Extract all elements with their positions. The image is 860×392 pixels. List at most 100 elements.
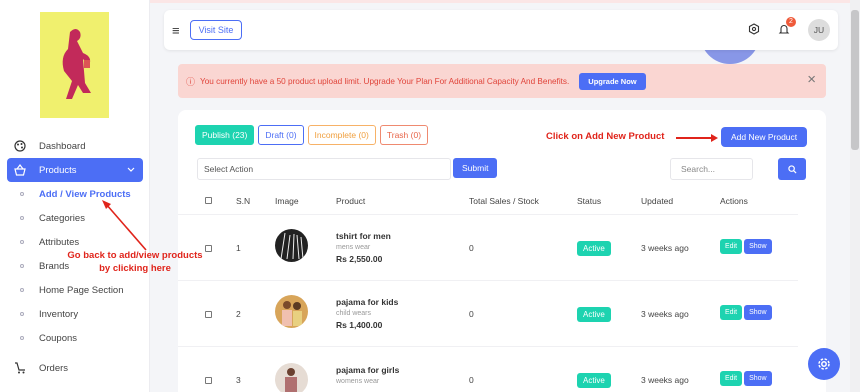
products-card: Publish (23) Draft (0) Incomplete (0) Tr… <box>178 110 826 392</box>
row-actions: Edit Show <box>720 239 772 254</box>
product-price: Rs 1,400.00 <box>336 320 383 330</box>
row-actions: Edit Show <box>720 371 772 386</box>
product-image[interactable] <box>275 295 308 328</box>
row-updated: 3 weeks ago <box>641 309 689 319</box>
edit-button[interactable]: Edit <box>720 371 743 386</box>
annotation-back-hint-line2: by clicking here <box>99 263 171 274</box>
table-row[interactable]: 2 pajama for kids child wears Rs 1,400.0… <box>178 280 798 345</box>
bullet-icon <box>20 264 24 268</box>
basket-icon <box>13 163 27 177</box>
search-input[interactable]: Search... <box>670 158 753 180</box>
product-image[interactable] <box>275 229 308 262</box>
bullet-icon <box>20 192 24 196</box>
table-row[interactable]: 3 pajama for girls womens wear 0 Active … <box>178 346 798 392</box>
row-sn: 3 <box>236 375 241 385</box>
brand-logo[interactable] <box>40 12 109 118</box>
col-total-sales: Total Sales / Stock <box>469 196 539 206</box>
close-icon[interactable]: × <box>807 71 816 88</box>
col-image: Image <box>275 196 299 206</box>
product-name[interactable]: pajama for kids <box>336 297 398 307</box>
edit-button[interactable]: Edit <box>720 305 743 320</box>
search-button[interactable] <box>778 158 806 180</box>
bullet-icon <box>20 240 24 244</box>
bullet-icon <box>20 312 24 316</box>
chevron-down-icon <box>127 165 135 176</box>
bullet-icon <box>20 288 24 292</box>
notification-badge: 2 <box>786 16 796 27</box>
settings-fab-button[interactable] <box>808 348 840 380</box>
tab-draft[interactable]: Draft (0) <box>258 125 304 145</box>
add-new-product-button[interactable]: Add New Product <box>721 127 808 147</box>
tab-publish[interactable]: Publish (23) <box>195 125 255 145</box>
annotation-arrow-right <box>676 134 718 142</box>
notification-bell-icon[interactable]: 2 <box>778 16 796 38</box>
row-updated: 3 weeks ago <box>641 243 689 253</box>
tab-trash[interactable]: Trash (0) <box>379 125 429 145</box>
sidebar-item-label: Products <box>39 164 77 176</box>
show-button[interactable]: Show <box>744 239 772 254</box>
product-name[interactable]: tshirt for men <box>336 231 391 241</box>
subitem-label: Inventory <box>39 308 79 320</box>
table-row[interactable]: 1 tshirt for men mens wear Rs 2,550.00 0… <box>178 214 798 279</box>
subitem-label: Categories <box>39 212 85 224</box>
subitem-label: Coupons <box>39 332 78 344</box>
cart-icon <box>13 361 27 375</box>
gear-icon <box>818 358 830 370</box>
col-sn: S.N <box>236 196 251 206</box>
info-circle-icon: ⓘ <box>186 76 196 87</box>
top-header: ≡ Visit Site 2 JU <box>164 10 838 50</box>
row-checkbox[interactable] <box>205 377 212 384</box>
page-scrollbar[interactable] <box>850 0 860 392</box>
show-button[interactable]: Show <box>744 371 772 386</box>
sidebar-item-products[interactable]: Products <box>7 158 143 182</box>
row-checkbox[interactable] <box>205 311 212 318</box>
status-badge: Active <box>577 307 611 322</box>
product-name[interactable]: pajama for girls <box>336 365 399 375</box>
sidebar-item-orders[interactable]: Orders <box>7 356 143 380</box>
subitem-label: Home Page Section <box>39 284 124 296</box>
annotation-arrow-up <box>102 200 147 251</box>
row-updated: 3 weeks ago <box>641 375 689 385</box>
submit-button[interactable]: Submit <box>453 158 498 178</box>
edit-button[interactable]: Edit <box>720 239 743 254</box>
sidebar-item-label: Dashboard <box>39 140 86 152</box>
visit-site-button[interactable]: Visit Site <box>189 20 243 40</box>
bullet-icon <box>20 336 24 340</box>
col-actions: Actions <box>720 196 748 206</box>
table-header: S.N Image Product Total Sales / Stock St… <box>178 190 798 212</box>
settings-hexagon-icon[interactable] <box>748 22 760 38</box>
subitem-label: Attributes <box>39 236 80 248</box>
status-tabs: Publish (23) Draft (0) Incomplete (0) Tr… <box>195 125 429 145</box>
row-stock: 0 <box>469 309 474 319</box>
select-action-dropdown[interactable]: Select Action <box>197 158 451 180</box>
product-category: womens wear <box>336 378 380 385</box>
palette-icon <box>13 139 27 153</box>
col-updated: Updated <box>641 196 674 206</box>
product-info: pajama for girls womens wear <box>336 365 399 385</box>
product-info: pajama for kids child wears Rs 1,400.00 <box>336 297 398 330</box>
tab-incomplete[interactable]: Incomplete (0) <box>307 125 376 145</box>
subitem-home-page-section[interactable]: Home Page Section <box>0 278 150 302</box>
product-category: child wears <box>336 310 372 317</box>
col-status: Status <box>577 196 602 206</box>
row-actions: Edit Show <box>720 305 772 320</box>
sidebar: Dashboard Products Add / View Products C… <box>0 0 150 392</box>
product-category: mens wear <box>336 244 371 251</box>
sidebar-item-label: Orders <box>39 362 69 374</box>
row-stock: 0 <box>469 243 474 253</box>
bullet-icon <box>20 216 24 220</box>
scrollbar-thumb[interactable] <box>851 10 859 150</box>
select-all-checkbox[interactable] <box>205 197 212 204</box>
subitem-coupons[interactable]: Coupons <box>0 326 150 350</box>
upload-limit-alert: ⓘ You currently have a 50 product upload… <box>178 64 826 98</box>
hamburger-menu-icon[interactable]: ≡ <box>172 23 180 38</box>
sidebar-item-dashboard[interactable]: Dashboard <box>7 134 143 158</box>
avatar[interactable]: JU <box>808 19 830 41</box>
show-button[interactable]: Show <box>744 305 772 320</box>
row-sn: 1 <box>236 243 241 253</box>
annotation-add-hint: Click on Add New Product <box>546 131 665 142</box>
subitem-inventory[interactable]: Inventory <box>0 302 150 326</box>
product-price: Rs 2,550.00 <box>336 254 383 264</box>
upgrade-now-button[interactable]: Upgrade Now <box>579 72 646 90</box>
product-image[interactable] <box>275 363 308 392</box>
